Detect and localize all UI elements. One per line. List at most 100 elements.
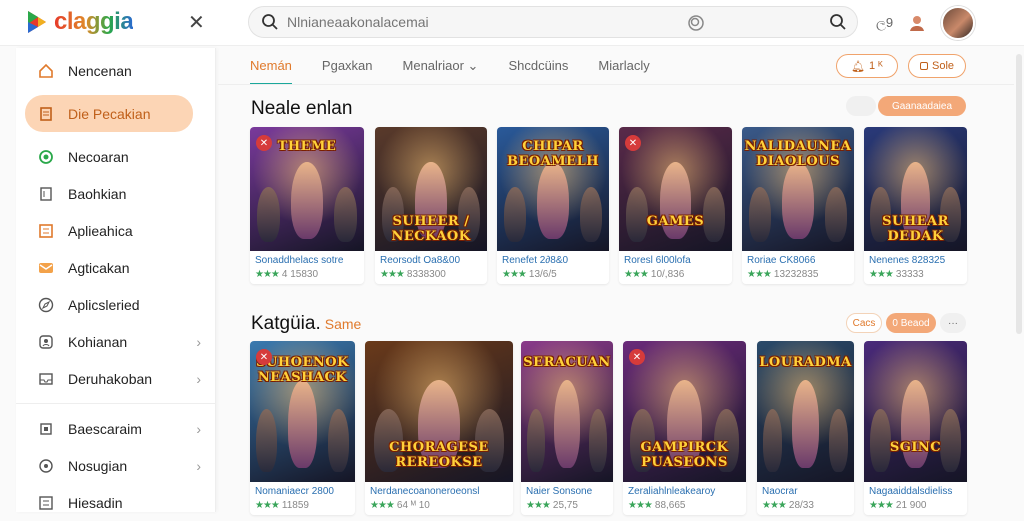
close-icon[interactable]: ✕	[188, 10, 205, 35]
user-icon	[910, 16, 925, 31]
book-icon	[38, 186, 54, 202]
top-right-actions: ල9	[876, 6, 976, 40]
more-button[interactable]: ···	[940, 313, 966, 333]
home-icon	[38, 63, 54, 79]
sidebar-item-7[interactable]: Aplicsleried	[16, 286, 215, 323]
lens-icon[interactable]	[687, 14, 705, 32]
scrollbar[interactable]	[1016, 54, 1022, 334]
game-title-art: LOURADMA	[759, 355, 852, 371]
game-rating: ★★★ 88,665	[628, 500, 741, 511]
inbox-icon	[38, 371, 54, 387]
tab-2[interactable]: Pgaxkan	[322, 52, 373, 85]
card-meta: Zeraliahlnleakearoy ★★★ 88,665	[623, 482, 746, 515]
game-rating: ★★★ 33333	[869, 269, 962, 280]
chevron-right-icon: ›	[196, 457, 201, 474]
sidebar-item-label: Hiesadin	[68, 494, 123, 511]
game-rating: ★★★ 13232835	[747, 269, 849, 280]
filter-button[interactable]: Cacs	[846, 313, 882, 333]
game-name: Roriae CK8066	[747, 255, 816, 266]
game-cover-art: SERACUAN	[521, 341, 613, 482]
sidebar-item-active[interactable]: Die Pecakian	[25, 95, 193, 132]
sort-button[interactable]: 0 Beaod	[886, 313, 936, 333]
character-figure	[589, 408, 608, 473]
avatar[interactable]	[941, 6, 976, 40]
notifications-item[interactable]: ල9	[876, 15, 893, 31]
star-rating-icon: ★★★	[762, 500, 787, 511]
target-icon	[38, 149, 54, 165]
game-title-art: SGINC	[889, 439, 942, 455]
app-logo[interactable]: claggia	[26, 8, 134, 36]
chevron-right-icon: ›	[196, 370, 201, 387]
game-card[interactable]: SUHOENOK NEASHACK ✕ Nomaniaecr 2800 ★★★ 1185…	[250, 341, 355, 515]
game-cover-art: CHIPAR BEOAMELH	[497, 127, 609, 251]
game-card[interactable]: SERACUAN Naier Sonsone ★★★ 25,75	[521, 341, 613, 515]
sidebar-item-6[interactable]: Agticakan	[16, 249, 215, 286]
game-name: Nenenes 828325	[869, 255, 946, 266]
rating-count: 13/6/5	[528, 269, 557, 280]
game-card[interactable]: GAMES ✕ Roresl 6l00lofa ★★★ 10/,836	[619, 127, 732, 284]
sidebar-item-3[interactable]: Necoaran	[16, 138, 215, 175]
rating-count: 25,75	[552, 500, 578, 511]
rating-count: 64 ᴹ 10	[396, 500, 430, 511]
game-rating: ★★★ 4 15830	[255, 269, 359, 280]
game-card[interactable]: CHORAGESE REREOKSE Nerdanecoanoneroeonsl ★…	[365, 341, 513, 515]
game-card[interactable]: GAMPIRCK PUASEONS ✕ Zeraliahlnleakearoy ★★★…	[623, 341, 746, 515]
sidebar-item-12[interactable]: Hiesadin	[16, 484, 215, 521]
game-name: Nerdanecoanoneroeonsl	[370, 486, 480, 497]
game-name: Nagaaiddalsdieliss	[869, 486, 953, 497]
search-submit-icon[interactable]	[829, 13, 847, 31]
user-badge-icon	[38, 334, 54, 350]
chevron-right-icon: ›	[196, 333, 201, 350]
section-action-button[interactable]: Gaanaadaiea	[878, 96, 966, 116]
game-card[interactable]: SUHEAR DEDAK Nenenes 828325 ★★★ 33333	[864, 127, 967, 284]
search-input[interactable]	[287, 14, 687, 30]
search-bar[interactable]	[248, 6, 858, 38]
account-item[interactable]	[907, 13, 927, 33]
tab-home[interactable]: Nemán	[250, 52, 292, 85]
game-card[interactable]: SUHEER / NECKAOK Reorsodt Oa8&00 ★★★ 833830…	[375, 127, 487, 284]
game-cover-art: THEME ✕	[250, 127, 364, 251]
rating-count: 11859	[281, 500, 309, 511]
sidebar-item-8[interactable]: Kohianan ›	[16, 323, 215, 360]
game-title-art: SERACUAN	[523, 355, 611, 371]
sidebar-item-label: Agticakan	[68, 259, 130, 276]
game-rating: ★★★ 8338300	[380, 269, 482, 280]
card-meta: Nagaaiddalsdieliss ★★★ 21 900	[864, 482, 967, 515]
game-card[interactable]: NALIDAUNEA DIAOLOUS Roriae CK8066 ★★★ 13232…	[742, 127, 854, 284]
game-card[interactable]: CHIPAR BEOAMELH Renefet 2∂8&0 ★★★ 13/6/5	[497, 127, 609, 284]
tab-4[interactable]: Shcdcüins	[508, 52, 568, 85]
game-title-art: CHORAGESE REREOKSE	[389, 439, 489, 470]
sidebar-item-5[interactable]: Aplieahica	[16, 212, 215, 249]
tab-5[interactable]: Miarlacly	[598, 52, 649, 85]
game-rating: ★★★ 28/33	[762, 500, 849, 511]
sidebar-item-4[interactable]: Baohkian	[16, 175, 215, 212]
document-icon	[38, 106, 54, 122]
game-card[interactable]: SGINC Nagaaiddalsdieliss ★★★ 21 900	[864, 341, 967, 515]
rating-count: 13232835	[773, 269, 819, 280]
game-rating: ★★★ 11859	[255, 500, 350, 511]
game-name: Zeraliahlnleakearoy	[628, 486, 716, 497]
sidebar-item-10[interactable]: Baescaraim ›	[16, 410, 215, 447]
game-name: Naier Sonsone	[526, 486, 593, 497]
notification-button[interactable]: 🔔︎ 1 ᴷ	[836, 54, 898, 78]
logo-text: claggia	[54, 8, 134, 35]
content-tabs: Nemán Pgaxkan Menalriaor ⌄ Shcdcüins Mia…	[250, 52, 650, 85]
sidebar-item-9[interactable]: Deruhakoban ›	[16, 360, 215, 397]
rating-count: 33333	[895, 269, 924, 280]
sidebar-item-home[interactable]: Nencenan	[16, 52, 215, 89]
game-rating: ★★★ 25,75	[526, 500, 608, 511]
character-figure	[526, 408, 545, 473]
game-rating: ★★★ 64 ᴹ 10	[370, 500, 508, 511]
section-action-ghost[interactable]	[846, 96, 876, 116]
sole-button[interactable]: Sole	[908, 54, 966, 78]
tab-3[interactable]: Menalriaor ⌄	[403, 52, 479, 85]
character-figure	[782, 161, 814, 239]
game-title-art: CHIPAR BEOAMELH	[506, 139, 600, 170]
rating-count: 8338300	[406, 269, 446, 280]
sidebar-item-11[interactable]: Nosugian ›	[16, 447, 215, 484]
game-card[interactable]: THEME ✕ Sonaddhelacs sotre ★★★ 4 15830	[250, 127, 364, 284]
game-card[interactable]: LOURADMA Naocrar ★★★ 28/33	[757, 341, 854, 515]
more-icon: ···	[948, 317, 958, 329]
hot-badge-icon: ✕	[629, 349, 645, 365]
card-meta: Sonaddhelacs sotre ★★★ 4 15830	[250, 251, 364, 284]
